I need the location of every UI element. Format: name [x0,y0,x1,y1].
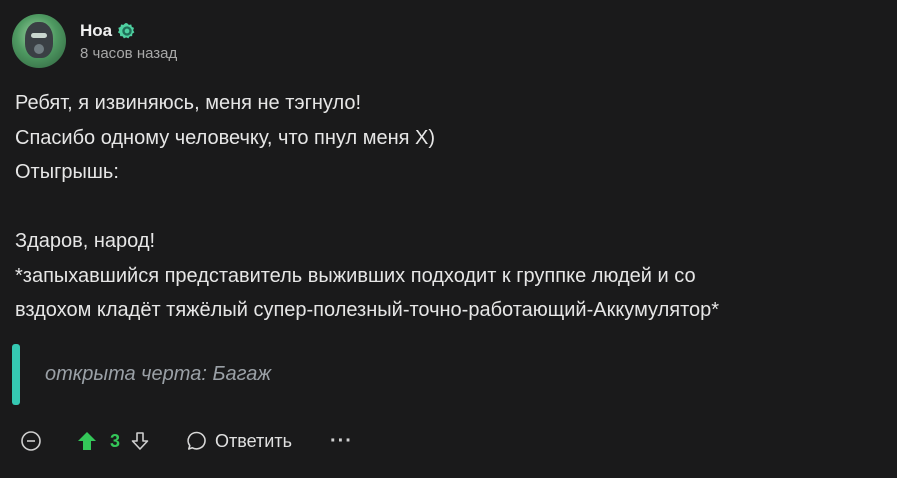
blockquote: открыта черта: Багаж [12,344,271,405]
author-meta: Hoa 8 часов назад [80,20,177,62]
comment-actions: 3 Ответить ··· [20,426,353,456]
comment-card: Hoa 8 часов назад Ребят, я извиняюсь, ме… [0,0,897,478]
body-line: Отыгрышь: [15,161,119,183]
body-line: вздохом кладёт тяжёлый супер-полезный-то… [15,299,720,321]
quote-accent-bar [12,344,20,405]
username[interactable]: Hoa [80,21,112,41]
quote-text: открыта черта: Багаж [45,363,272,385]
downvote-arrow-icon [131,432,149,450]
comment-body: Ребят, я извиняюсь, меня не тэгнуло! Спа… [15,86,719,328]
reply-button[interactable]: Ответить [186,430,292,452]
body-line: Спасибо одному человечку, что пнул меня … [15,126,436,149]
upvote-arrow-icon [78,432,96,450]
vote-score: 3 [110,430,121,451]
downvote-button[interactable] [120,431,150,451]
body-line: Ребят, я извиняюсь, меня не тэгнуло! [15,92,362,114]
avatar[interactable] [12,14,66,68]
more-options-button[interactable]: ··· [330,431,353,451]
reply-label: Ответить [215,430,292,451]
body-line: *запыхавшийся представитель выживших под… [15,264,696,287]
timestamp: 8 часов назад [80,45,178,62]
raccoon-avatar-icon [25,22,53,58]
body-line [15,190,719,225]
collapse-button[interactable] [20,430,42,452]
speech-bubble-icon [187,431,206,450]
upvote-button[interactable] [42,430,98,452]
body-line: Здаров, народ! [15,230,156,252]
comment-header: Hoa 8 часов назад [12,14,177,68]
name-row: Hoa [80,20,177,42]
verified-badge-icon [118,23,135,39]
collapse-minus-icon [21,431,41,451]
